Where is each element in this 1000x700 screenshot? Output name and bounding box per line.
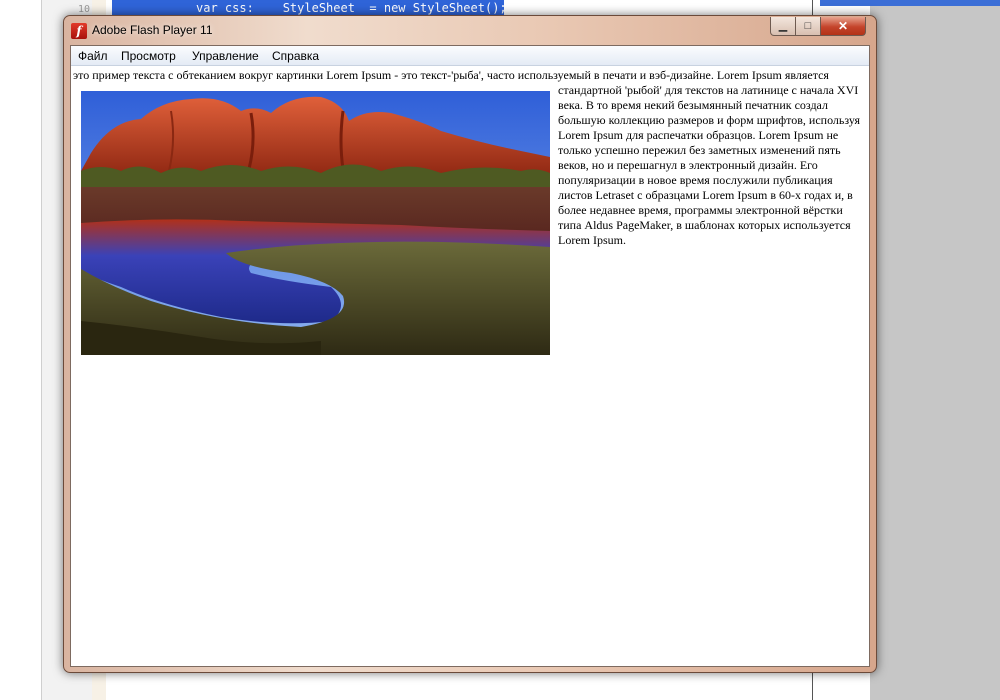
close-button[interactable]: ✕ bbox=[820, 17, 866, 36]
text-wrapped-paragraph: стандартной 'рыбой' для текстов на латин… bbox=[558, 83, 861, 247]
menu-item-help[interactable]: Справка bbox=[272, 49, 319, 63]
editor-side-panel bbox=[870, 0, 1000, 700]
flash-stage: это пример текста с обтеканием вокруг ка… bbox=[71, 66, 869, 666]
landscape-photo bbox=[81, 91, 550, 355]
minimize-button[interactable]: ▁ bbox=[770, 17, 796, 36]
flash-player-window[interactable]: f Adobe Flash Player 11 ▁ □ ✕ Файл Просм… bbox=[63, 15, 877, 673]
window-title: Adobe Flash Player 11 bbox=[92, 23, 213, 37]
menu-bar: Файл Просмотр Управление Справка bbox=[71, 46, 869, 66]
menu-item-control[interactable]: Управление bbox=[192, 49, 259, 63]
player-client-area: Файл Просмотр Управление Справка это при… bbox=[70, 45, 870, 667]
text-first-line: это пример текста с обтеканием вокруг ка… bbox=[73, 68, 829, 82]
flash-player-icon: f bbox=[71, 23, 87, 39]
menu-item-file[interactable]: Файл bbox=[78, 49, 108, 63]
title-bar[interactable]: f Adobe Flash Player 11 ▁ □ ✕ bbox=[64, 16, 876, 44]
editor-left-margin bbox=[0, 0, 42, 700]
editor-selection-strip bbox=[820, 0, 1000, 6]
menu-item-view[interactable]: Просмотр bbox=[121, 49, 176, 63]
maximize-button[interactable]: □ bbox=[795, 17, 821, 36]
line-number: 10 bbox=[77, 4, 90, 15]
